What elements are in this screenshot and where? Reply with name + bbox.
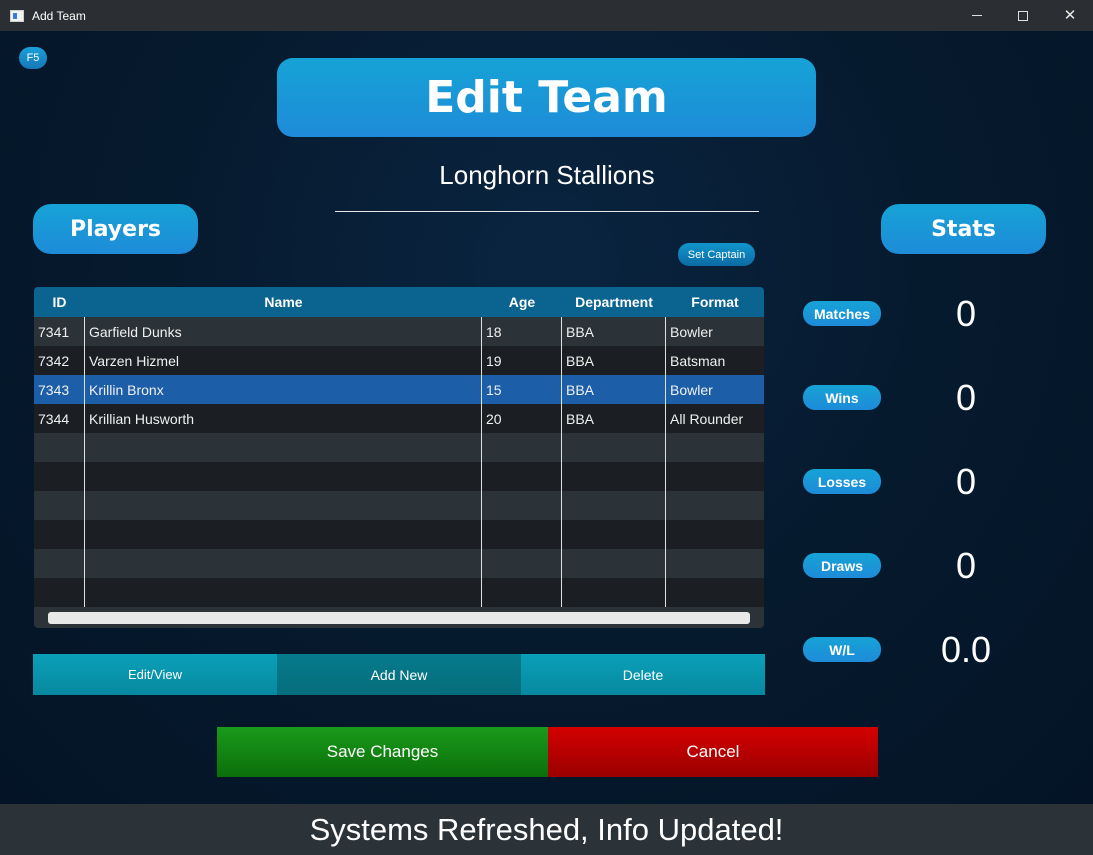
minimize-button[interactable]: [954, 0, 1000, 31]
empty-row: [34, 520, 764, 549]
column-header-format[interactable]: Format: [666, 287, 764, 317]
team-name: Longhorn Stallions: [439, 160, 655, 190]
empty-row: [34, 491, 764, 520]
stat-label-wins: Wins: [803, 385, 881, 410]
table-row[interactable]: 7344 Krillian Husworth 20 BBA All Rounde…: [34, 404, 764, 433]
column-divider: [481, 317, 482, 611]
save-changes-button[interactable]: Save Changes: [217, 727, 548, 777]
team-name-underline: [335, 211, 759, 212]
stat-label-win-loss: W/L: [803, 637, 881, 662]
cancel-button[interactable]: Cancel: [548, 727, 878, 777]
cell-age: 15: [486, 381, 502, 398]
refresh-button[interactable]: F5: [19, 47, 47, 69]
column-header-age[interactable]: Age: [482, 287, 562, 317]
cell-department: BBA: [566, 323, 595, 340]
window-titlebar: Add Team ✕: [0, 0, 1093, 31]
players-header: Players: [33, 204, 198, 254]
table-header: ID Name Age Department Format: [34, 287, 764, 317]
delete-button[interactable]: Delete: [521, 654, 765, 695]
stat-label-draws: Draws: [803, 553, 881, 578]
cell-name: Krillin Bronx: [89, 381, 164, 398]
column-header-id[interactable]: ID: [34, 287, 85, 317]
window-title: Add Team: [32, 8, 86, 23]
table-row-selected[interactable]: 7343 Krillin Bronx 15 BBA Bowler: [34, 375, 764, 404]
table-row[interactable]: 7341 Garfield Dunks 18 BBA Bowler: [34, 317, 764, 346]
edit-view-button[interactable]: Edit/View: [33, 654, 277, 695]
cell-format: Bowler: [670, 381, 713, 398]
stat-value-draws: 0: [955, 545, 977, 586]
maximize-button[interactable]: [1000, 0, 1046, 31]
cell-name: Varzen Hizmel: [89, 352, 179, 369]
minimize-icon: [972, 15, 982, 16]
stats-header: Stats: [881, 204, 1046, 254]
cell-id: 7343: [38, 381, 70, 398]
horizontal-scrollbar-thumb[interactable]: [48, 612, 750, 624]
cell-age: 18: [486, 323, 502, 340]
column-divider: [561, 317, 562, 611]
close-icon: ✕: [1063, 6, 1077, 24]
cell-id: 7341: [38, 323, 70, 340]
empty-row: [34, 462, 764, 491]
cell-department: BBA: [566, 410, 595, 427]
add-new-button[interactable]: Add New: [277, 654, 521, 695]
app-icon: [10, 9, 24, 22]
page-title: Edit Team: [277, 58, 816, 137]
cell-format: Bowler: [670, 323, 713, 340]
maximize-icon: [1018, 10, 1028, 21]
column-header-name[interactable]: Name: [85, 287, 482, 317]
stat-value-matches: 0: [955, 293, 977, 334]
cell-department: BBA: [566, 381, 595, 398]
cell-department: BBA: [566, 352, 595, 369]
status-bar: Systems Refreshed, Info Updated!: [0, 804, 1093, 855]
main-panel: F5 Edit Team Longhorn Stallions Players …: [0, 31, 1093, 804]
stat-value-wins: 0: [955, 377, 977, 418]
cell-format: Batsman: [670, 352, 726, 369]
stat-label-matches: Matches: [803, 301, 881, 326]
cell-format: All Rounder: [670, 410, 744, 427]
stat-value-losses: 0: [955, 461, 977, 502]
column-divider: [84, 317, 85, 611]
column-divider: [665, 317, 666, 611]
cell-id: 7344: [38, 410, 70, 427]
stat-value-win-loss: 0.0: [940, 629, 992, 670]
set-captain-button[interactable]: Set Captain: [678, 243, 755, 266]
cell-name: Garfield Dunks: [89, 323, 182, 340]
stat-label-losses: Losses: [803, 469, 881, 494]
empty-row: [34, 578, 764, 607]
cell-age: 20: [486, 410, 502, 427]
cell-name: Krillian Husworth: [89, 410, 195, 427]
close-button[interactable]: ✕: [1047, 0, 1093, 31]
empty-row: [34, 433, 764, 462]
cell-id: 7342: [38, 352, 70, 369]
cell-age: 19: [486, 352, 502, 369]
table-row[interactable]: 7342 Varzen Hizmel 19 BBA Batsman: [34, 346, 764, 375]
column-header-department[interactable]: Department: [562, 287, 666, 317]
empty-row: [34, 549, 764, 578]
players-table[interactable]: ID Name Age Department Format 7341 Garfi…: [34, 287, 764, 628]
